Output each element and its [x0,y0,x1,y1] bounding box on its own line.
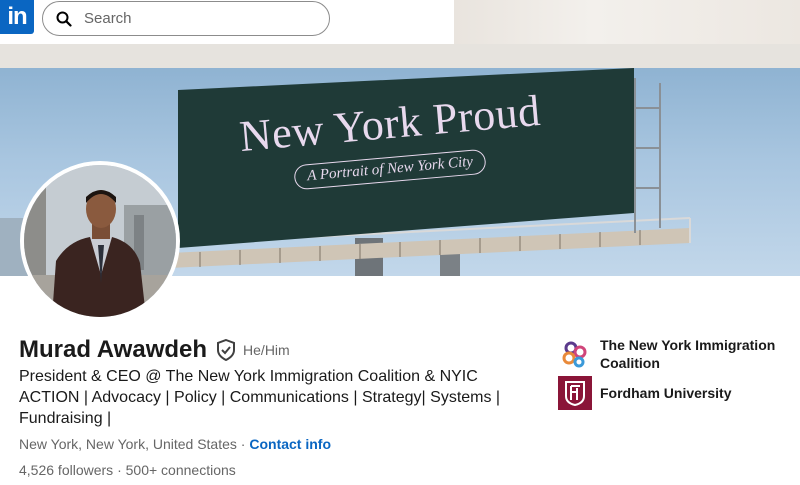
org-name: The New York Immigration Coalition [600,337,776,371]
linkedin-logo-text: in [7,3,27,30]
search-icon [56,11,72,27]
profile-headline: President & CEO @ The New York Immigrati… [19,368,501,427]
linkedin-logo[interactable]: in [0,0,34,34]
name-row: Murad Awawdeh He/Him [19,336,290,364]
profile-photo [24,165,176,317]
search-input[interactable] [82,9,306,28]
avatar[interactable] [20,161,180,321]
page-background-strip [0,44,800,68]
contact-info-link[interactable]: Contact info [249,436,331,452]
org-education[interactable]: Fordham University [558,376,790,410]
search-box[interactable] [42,1,330,36]
billboard-text: New York Proud A Portrait of New York Ci… [210,86,570,191]
pronouns: He/Him [243,342,290,358]
connections-count[interactable]: 500+ connections [126,462,236,478]
profile-name: Murad Awawdeh [19,336,208,363]
org-current-company[interactable]: The New York Immigration Coalition [558,336,790,372]
profile-card: New York Proud A Portrait of New York Ci… [0,68,800,485]
followers-count[interactable]: 4,526 followers [19,462,113,478]
location: New York, New York, United States [19,436,237,452]
separator-dot: · [117,462,122,478]
nav-items-blurred [454,0,800,44]
org-name: Fordham University [600,385,732,401]
verified-shield-icon[interactable] [216,339,236,361]
fordham-logo-icon [558,376,592,410]
top-nav: in [0,0,800,44]
location-row: New York, New York, United States · Cont… [19,436,331,452]
separator-dot: · [240,436,246,452]
nyic-logo-icon [558,337,592,371]
stats-row: 4,526 followers · 500+ connections [19,462,236,478]
